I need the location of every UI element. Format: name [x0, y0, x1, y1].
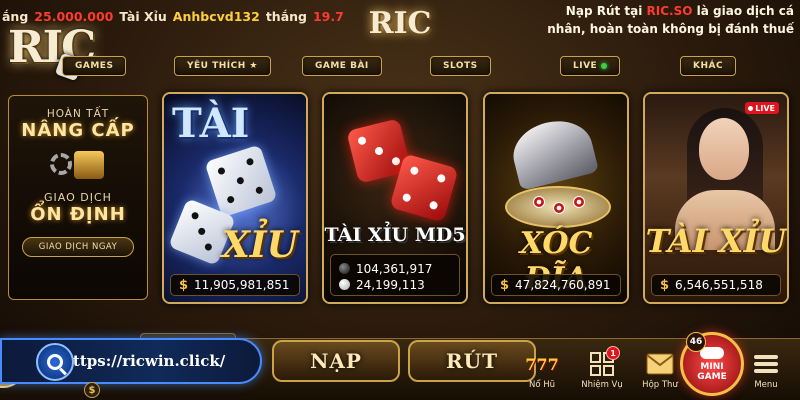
- ticker-amount-2: 19.7: [312, 8, 344, 24]
- search-globe-icon: [36, 343, 74, 381]
- tab-label: GAME BÀI: [315, 61, 369, 71]
- currency-icon: $: [660, 277, 670, 293]
- nav-label: Nổ Hũ: [528, 380, 556, 390]
- ticker-user: Anhbcvd132: [172, 8, 260, 24]
- jackpot-display: 104,361,917 24,199,113: [330, 254, 460, 296]
- nav-jackpot[interactable]: 777 Nổ Hũ: [514, 350, 570, 400]
- tab-other[interactable]: KHÁC: [680, 56, 737, 76]
- mail-icon: [645, 350, 675, 378]
- nav-label: Menu: [754, 380, 778, 390]
- tab-live[interactable]: LIVE: [560, 56, 621, 76]
- mini-game-line-2: GAME: [697, 371, 727, 382]
- card-title-bottom: XỈU: [221, 224, 298, 266]
- 777-icon: 777: [525, 354, 559, 374]
- ticker-verb: thắng: [265, 8, 307, 24]
- white-ball-icon: [339, 279, 350, 290]
- tab-label: YÊU THÍCH ★: [187, 61, 258, 71]
- chip-icon: [573, 196, 585, 208]
- tab-label: SLOTS: [443, 61, 478, 71]
- nav-label: Hộp Thư: [642, 380, 678, 390]
- jackpot-value: 6,546,551,518: [675, 278, 763, 292]
- website-url: https://ricwin.click/: [62, 352, 226, 370]
- trade-now-button[interactable]: GIAO DỊCH NGAY: [22, 237, 134, 257]
- card-title-top: TÀI: [172, 100, 250, 147]
- jackpot-display: $ 11,905,981,851: [170, 274, 300, 296]
- coin-icon: $: [84, 382, 100, 398]
- promo-line-4: ỔN ĐỊNH: [30, 204, 126, 225]
- promo-line-1: HOÀN TẤT: [46, 108, 110, 120]
- tab-label: GAMES: [75, 61, 114, 71]
- jackpot-display: $ 6,546,551,518: [651, 274, 781, 296]
- ric-center-logo: RIC: [368, 6, 432, 41]
- game-card-live-tai-xiu[interactable]: LIVE TÀI XỈU $ 6,546,551,518: [643, 92, 789, 304]
- jackpot-display: $ 47,824,760,891: [491, 274, 621, 296]
- jackpot-value-white: 24,199,113: [356, 277, 425, 292]
- game-card-xoc-dia[interactable]: XÓC ĐĨA $ 47,824,760,891: [483, 92, 629, 304]
- ticker-game: Tài Xỉu: [119, 8, 167, 24]
- upgrade-promo-panel[interactable]: HOÀN TẤT NÂNG CẤP GIAO DỊCH ỔN ĐỊNH GIAO…: [8, 95, 148, 300]
- card-title: TÀI XỈU: [645, 222, 787, 260]
- deposit-button[interactable]: NẠP: [272, 340, 400, 382]
- tab-label: LIVE: [573, 61, 598, 71]
- live-dot-icon: [601, 63, 608, 69]
- dealer-face: [699, 118, 749, 180]
- tab-card-games[interactable]: GAME BÀI: [302, 56, 382, 76]
- game-card-tai-xiu-md5[interactable]: TÀI XỈU MD5 104,361,917 24,199,113: [322, 92, 468, 304]
- jackpot-value-black: 104,361,917: [356, 261, 433, 276]
- black-ball-icon: [339, 263, 350, 274]
- promo-brand: RIC.SO: [646, 4, 693, 18]
- jackpot-value: 47,824,760,891: [515, 278, 611, 292]
- gear-gold-icon: [48, 149, 108, 183]
- chip-icon: [533, 196, 545, 208]
- mini-game-line-1: MINI: [700, 361, 724, 372]
- promo-text-a: Nạp Rút tại: [565, 4, 647, 18]
- game-card-tai-xiu[interactable]: TÀI XỈU $ 11,905,981,851: [162, 92, 308, 304]
- promo-line-2: NÂNG CẤP: [21, 120, 135, 141]
- jackpot-value: 11,905,981,851: [194, 278, 290, 292]
- nav-missions[interactable]: 1 Nhiệm Vụ: [574, 346, 630, 400]
- nav-label: Nhiệm Vụ: [581, 380, 623, 390]
- currency-icon: $: [179, 277, 189, 293]
- nav-menu[interactable]: Menu: [738, 350, 794, 400]
- promo-line-3: GIAO DỊCH: [44, 191, 112, 204]
- tab-favorites[interactable]: YÊU THÍCH ★: [174, 56, 271, 76]
- missions-badge: 1: [606, 346, 620, 360]
- tab-label: KHÁC: [693, 61, 724, 71]
- menu-icon: [751, 350, 781, 378]
- mini-game-count: 46: [686, 332, 706, 352]
- card-title: TÀI XỈU MD5: [324, 224, 466, 246]
- currency-icon: $: [500, 277, 510, 293]
- tab-games[interactable]: GAMES: [62, 56, 127, 76]
- tab-slots[interactable]: SLOTS: [430, 56, 491, 76]
- live-badge: LIVE: [745, 102, 779, 114]
- chip-icon: [553, 202, 565, 214]
- tax-free-promo: Nạp Rút tại RIC.SO là giao dịch cá nhân,…: [524, 2, 794, 38]
